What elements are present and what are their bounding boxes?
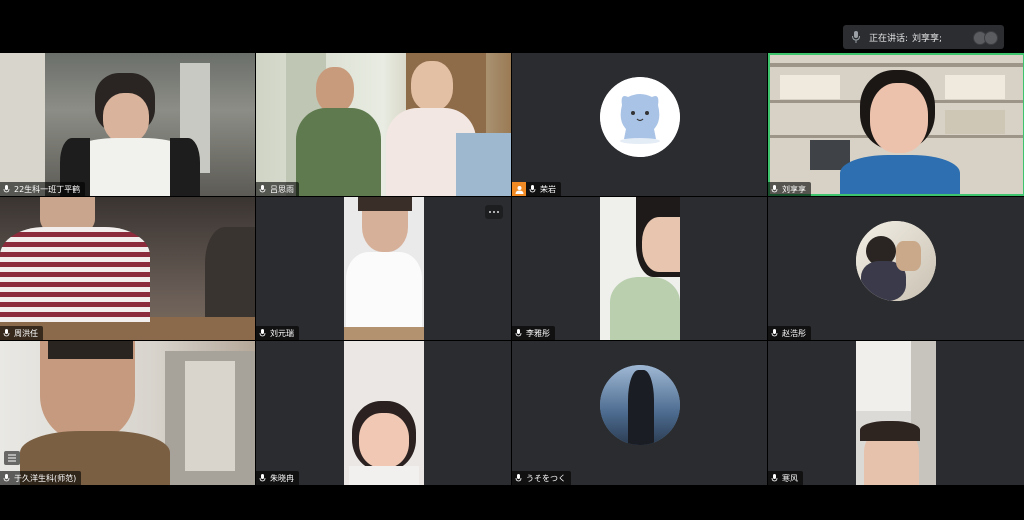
participant-name: 22生科一班丁平鹤 [14, 184, 81, 194]
participant-name-tag: うそをつく [512, 471, 571, 485]
participant-tile[interactable]: 22生科一班丁平鹤 [0, 53, 255, 196]
participant-tile[interactable]: 李雅彤 [512, 197, 767, 340]
participant-name: 朱晓冉 [270, 473, 294, 483]
person-icon [515, 185, 523, 194]
participant-name-tag: 寒风 [768, 471, 803, 485]
participant-video [0, 53, 255, 196]
speaking-name: 刘享享; [912, 33, 943, 44]
participant-tile[interactable]: 寒风 [768, 341, 1024, 485]
participant-name-tag: 荣岩 [526, 182, 561, 196]
microphone-icon [259, 473, 266, 481]
microphone-icon [3, 473, 10, 481]
participant-video [770, 55, 1023, 194]
participant-tile[interactable]: 刘元瑞 [256, 197, 511, 340]
participant-avatar [600, 77, 680, 157]
participant-tile[interactable]: 荣岩 [512, 53, 767, 196]
participant-video [0, 341, 255, 485]
list-icon[interactable] [4, 451, 20, 465]
participant-tile[interactable]: 朱晓冉 [256, 341, 511, 485]
participant-name-tag: 刘元瑞 [256, 326, 299, 340]
microphone-icon [515, 328, 522, 336]
microphone-icon [3, 184, 10, 192]
participant-name: 刘享享 [782, 184, 806, 194]
participant-tile[interactable]: 于久洋生科(师范) [0, 341, 255, 485]
microphone-active-icon [771, 184, 778, 192]
participant-name-tag: 赵浩彤 [768, 326, 811, 340]
participant-avatar [600, 365, 680, 445]
participant-name-tag: 吕思雨 [256, 182, 299, 196]
cartoon-cat-icon [600, 77, 680, 157]
participant-name: 寒风 [782, 473, 798, 483]
participant-avatar [856, 221, 936, 301]
participant-tile[interactable]: 吕思雨 [256, 53, 511, 196]
participant-tile[interactable]: 周洪任 [0, 197, 255, 340]
microphone-icon [259, 328, 266, 336]
participant-tile-active-speaker[interactable]: 刘享享 [768, 53, 1024, 196]
microphone-icon [529, 184, 536, 192]
participant-name: 吕思雨 [270, 184, 294, 194]
participant-name-tag: 李雅彤 [512, 326, 555, 340]
microphone-icon [771, 473, 778, 481]
participant-video [0, 197, 255, 340]
microphone-icon [3, 328, 10, 336]
microphone-icon [515, 473, 522, 481]
participant-video [256, 53, 511, 196]
participant-video [344, 341, 424, 485]
participant-name-tag: 22生科一班丁平鹤 [0, 182, 86, 196]
participant-tile[interactable]: うそをつく [512, 341, 767, 485]
participant-name-tag: 于久洋生科(师范) [0, 471, 82, 485]
microphone-icon [771, 328, 778, 336]
participant-video [856, 341, 936, 485]
microphone-icon [852, 31, 860, 43]
participant-name: 李雅彤 [526, 328, 550, 338]
participant-video [600, 197, 680, 340]
participant-name: 刘元瑞 [270, 328, 294, 338]
participant-grid: 22生科一班丁平鹤 吕思雨 荣岩 刘享享 周洪任 刘元瑞 李雅彤 赵浩彤 于久洋… [0, 53, 1024, 485]
speaker-avatars [973, 31, 998, 45]
active-speaker-indicator: 正在讲话: 刘享享; [843, 25, 1004, 49]
participant-name-tag: 周洪任 [0, 326, 43, 340]
participant-name: うそをつく [526, 473, 566, 483]
microphone-icon [259, 184, 266, 192]
participant-name: 赵浩彤 [782, 328, 806, 338]
participant-name: 周洪任 [14, 328, 38, 338]
participant-name-tag: 朱晓冉 [256, 471, 299, 485]
participant-video [344, 197, 424, 340]
more-options-button[interactable] [485, 205, 503, 219]
participant-name-tag: 刘享享 [768, 182, 811, 196]
participant-name: 于久洋生科(师范) [14, 473, 77, 483]
top-bar: 正在讲话: 刘享享; [0, 0, 1024, 52]
participant-tile[interactable]: 赵浩彤 [768, 197, 1024, 340]
host-badge [512, 182, 526, 196]
speaking-label: 正在讲话: [869, 33, 909, 44]
participant-name: 荣岩 [540, 184, 556, 194]
